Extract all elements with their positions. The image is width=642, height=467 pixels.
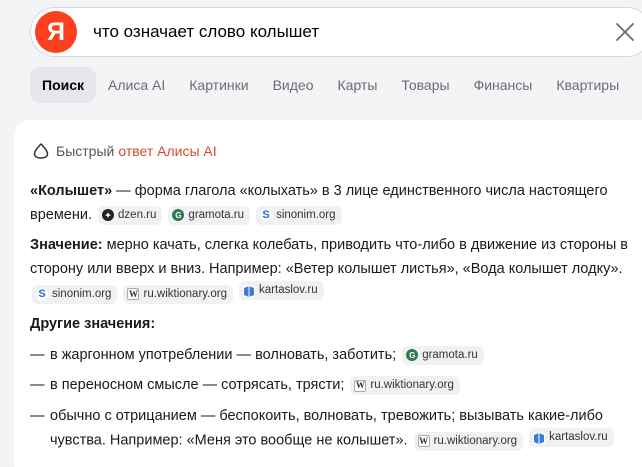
meaning-label: Значение: [30,237,103,253]
list-item: — в переносном смысле — сотрясать, тряст… [30,374,630,398]
tab-video[interactable]: Видео [261,67,326,103]
tab-maps[interactable]: Карты [326,67,390,103]
source-wiktionary[interactable]: Wru.wiktionary.org [123,284,233,304]
search-bar[interactable]: Я что означает слово колышет [30,7,642,57]
source-wiktionary[interactable]: Wru.wiktionary.org [350,376,460,395]
answer-content: «Колышет» — форма глагола «колыхать» в 3… [30,180,630,460]
answer-intro: «Колышет» — форма глагола «колыхать» в 3… [30,180,630,227]
source-kartaslov[interactable]: kartaslov.ru [529,428,614,447]
source-gramota[interactable]: Ggramota.ru [168,205,251,225]
source-sinonim[interactable]: Ssinonim.org [32,284,118,304]
source-kartaslov[interactable]: kartaslov.ru [239,281,324,300]
yandex-logo[interactable]: Я [35,11,77,53]
source-dzen[interactable]: ✦ dzen.ru [98,205,163,225]
tab-images[interactable]: Картинки [177,67,260,103]
source-wiktionary[interactable]: Wru.wiktionary.org [413,431,524,451]
answer-meaning: Значение: мерно качать, слегка колебать,… [30,234,630,306]
alice-icon [33,143,49,159]
sinonim-icon: S [36,288,48,300]
list-item: — в жаргонном употреблении — волновать, … [30,344,630,368]
quick-answer-label: Быстрый [56,143,115,159]
kartaslov-icon [533,431,546,444]
quick-answer-card: Быстрый ответ Алисы AI «Колышет» — форма… [14,120,642,467]
tab-finance[interactable]: Финансы [462,67,545,103]
alice-answer-link[interactable]: ответ Алисы AI [118,143,216,159]
tab-alice-ai[interactable]: Алиса AI [96,67,177,103]
tab-search[interactable]: Поиск [30,67,97,103]
kartaslov-icon [243,284,256,297]
list-item: — обычно с отрицанием — беспокоить, волн… [30,405,630,454]
wiktionary-icon: W [417,435,430,447]
source-gramota[interactable]: Ggramota.ru [402,345,484,365]
tab-apartments[interactable]: Квартиры [544,67,631,103]
meaning-text: мерно качать, слегка колебать, приводить… [30,237,628,277]
wiktionary-icon: W [354,379,367,392]
clear-icon[interactable] [613,20,637,44]
gramota-icon: G [406,349,419,361]
search-input[interactable]: что означает слово колышет [93,22,642,42]
quick-answer-header: Быстрый ответ Алисы AI [32,142,217,160]
sinonim-icon: S [260,209,273,221]
search-tabs: Поиск Алиса AI Картинки Видео Карты Това… [30,67,631,103]
source-sinonim[interactable]: Ssinonim.org [256,205,342,225]
tab-products[interactable]: Товары [389,67,461,103]
answer-term: «Колышет» [30,183,113,199]
gramota-icon: G [172,209,185,221]
dzen-icon: ✦ [102,209,115,221]
other-meanings-heading: Другие значения: [30,316,156,332]
wiktionary-icon: W [127,288,140,300]
